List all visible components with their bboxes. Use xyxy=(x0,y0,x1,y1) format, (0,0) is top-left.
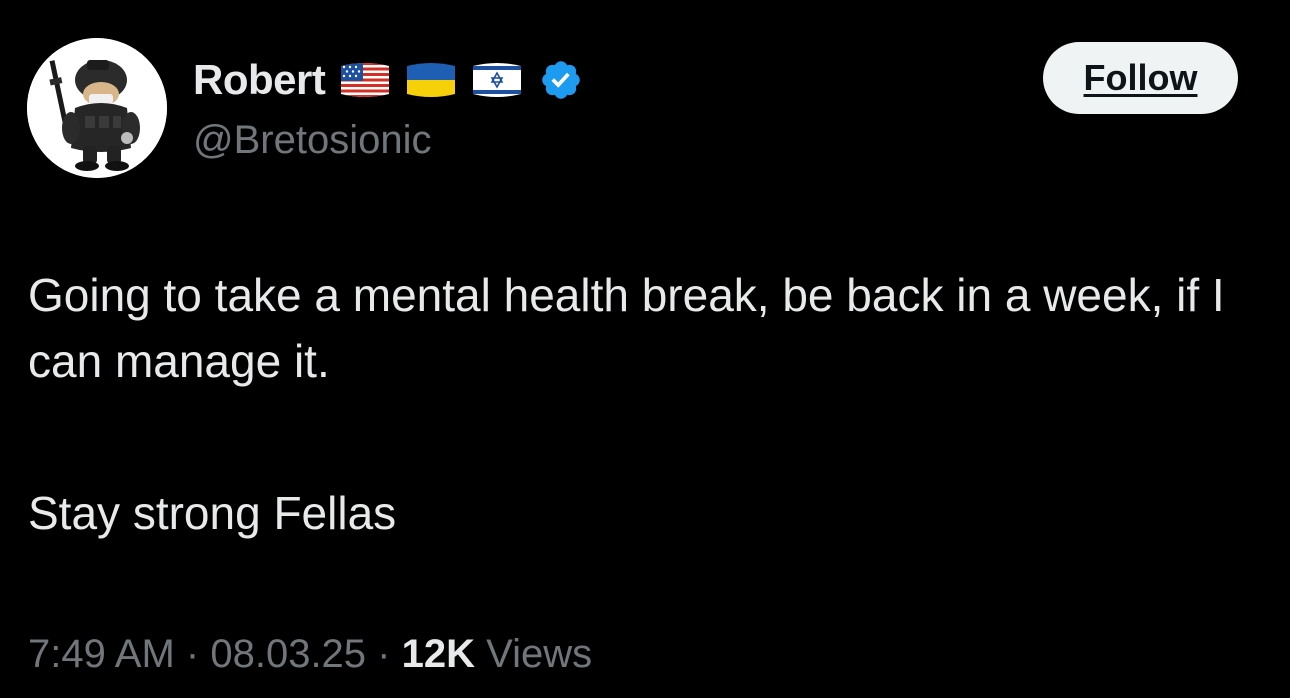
views-count[interactable]: 12K xyxy=(402,632,475,676)
verified-badge-icon[interactable] xyxy=(539,58,583,102)
meta-separator: · xyxy=(377,632,391,676)
tweet-text: Going to take a mental health break, be … xyxy=(28,262,1248,546)
follow-button[interactable]: Follow xyxy=(1043,42,1238,114)
tweet-paragraph: Stay strong Fellas xyxy=(28,487,397,539)
tweet-date[interactable]: 08.03.25 xyxy=(210,632,366,676)
user-name-row: Robert xyxy=(193,55,583,105)
ukraine-flag-icon xyxy=(407,63,456,97)
views-label: Views xyxy=(486,632,593,676)
tweet-time[interactable]: 7:49 AM xyxy=(28,632,175,676)
soldier-avatar-icon xyxy=(27,38,167,178)
meta-separator: · xyxy=(185,632,200,676)
avatar[interactable] xyxy=(27,38,167,178)
us-flag-icon xyxy=(341,63,390,97)
israel-flag-icon xyxy=(473,63,522,97)
tweet-meta: 7:49 AM · 08.03.25 · 12K Views xyxy=(28,628,592,680)
display-name[interactable]: Robert xyxy=(193,55,326,105)
user-handle[interactable]: @Bretosionic xyxy=(193,116,431,164)
tweet-paragraph: Going to take a mental health break, be … xyxy=(28,269,1225,387)
